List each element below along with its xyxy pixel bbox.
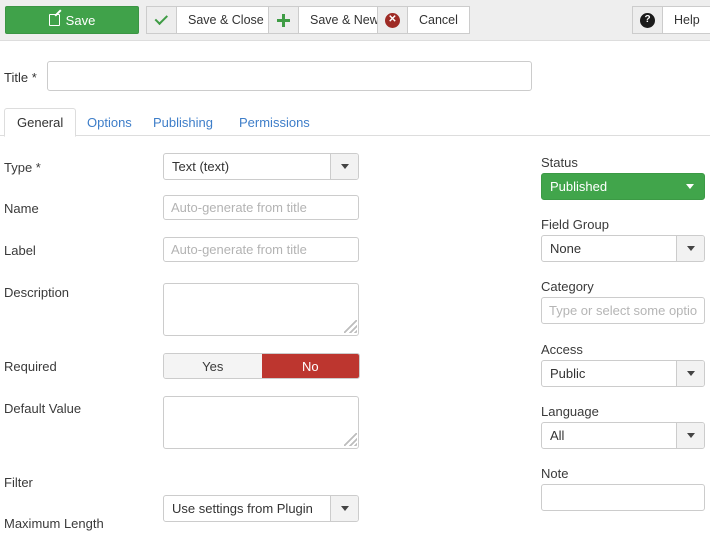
category-input[interactable] — [541, 297, 705, 324]
access-select[interactable]: Public — [541, 360, 705, 387]
save-close-icon-cell[interactable] — [146, 6, 176, 34]
field-group-select[interactable]: None — [541, 235, 705, 262]
default-value-wrapper — [163, 396, 359, 452]
tab-publishing[interactable]: Publishing — [141, 108, 225, 136]
description-label: Description — [4, 285, 70, 300]
language-label: Language — [541, 404, 599, 419]
required-label: Required — [4, 359, 57, 374]
name-input[interactable] — [163, 195, 359, 220]
access-select-value: Public — [550, 366, 586, 381]
question-circle-icon: ? — [640, 12, 655, 28]
title-input[interactable] — [47, 61, 532, 91]
tab-permissions[interactable]: Permissions — [227, 108, 322, 136]
plus-icon — [277, 13, 290, 27]
status-select-value: Published — [550, 179, 608, 194]
default-value-label: Default Value — [4, 401, 82, 416]
cancel-icon-cell[interactable]: ✕ — [377, 6, 407, 34]
help-icon-cell[interactable]: ? — [632, 6, 662, 34]
document-edit-icon — [48, 14, 60, 26]
filter-select[interactable]: Use settings from Plugin — [163, 495, 359, 522]
note-label: Note — [541, 466, 569, 481]
field-label-input[interactable] — [163, 237, 359, 262]
help-button[interactable]: Help — [662, 6, 710, 34]
description-wrapper — [163, 283, 359, 339]
save-close-button-group[interactable]: Save & Close — [146, 6, 276, 34]
default-value-textarea[interactable] — [163, 396, 359, 449]
category-label: Category — [541, 279, 594, 294]
chevron-down-icon[interactable] — [676, 174, 704, 199]
required-toggle[interactable]: Yes No — [163, 353, 360, 379]
save-close-button[interactable]: Save & Close — [176, 6, 276, 34]
chevron-down-icon[interactable] — [330, 496, 358, 521]
field-label-label: Label — [4, 243, 36, 258]
tab-general[interactable]: General — [4, 108, 77, 137]
toolbar: Save Save & Close Save & New ✕ Cancel ? … — [0, 0, 710, 41]
name-label: Name — [4, 201, 39, 216]
tab-options[interactable]: Options — [75, 108, 144, 136]
save-button[interactable]: Save — [5, 6, 139, 34]
access-label: Access — [541, 342, 583, 357]
field-group-label: Field Group — [541, 217, 609, 232]
title-field-label: Title * — [4, 70, 37, 85]
filter-label: Filter — [4, 475, 33, 490]
filter-select-value: Use settings from Plugin — [172, 501, 313, 516]
cancel-circle-icon: ✕ — [385, 12, 400, 28]
status-label: Status — [541, 155, 578, 170]
cancel-button-group[interactable]: ✕ Cancel — [377, 6, 470, 34]
type-select-value: Text (text) — [172, 159, 230, 174]
save-button-group: Save — [5, 6, 139, 34]
language-select-value: All — [550, 428, 565, 443]
field-group-select-value: None — [550, 241, 582, 256]
status-select[interactable]: Published — [541, 173, 705, 200]
save-new-button-group[interactable]: Save & New — [268, 6, 391, 34]
required-toggle-no[interactable]: No — [261, 354, 359, 378]
language-select[interactable]: All — [541, 422, 705, 449]
save-new-icon-cell[interactable] — [268, 6, 298, 34]
type-label: Type * — [4, 160, 41, 175]
type-select[interactable]: Text (text) — [163, 153, 359, 180]
cancel-button[interactable]: Cancel — [407, 6, 470, 34]
tab-bar: General Options Publishing Permissions — [0, 108, 710, 137]
chevron-down-icon[interactable] — [676, 361, 704, 386]
description-textarea[interactable] — [163, 283, 359, 336]
maximum-length-label: Maximum Length — [4, 516, 104, 531]
chevron-down-icon[interactable] — [676, 423, 704, 448]
note-input[interactable] — [541, 484, 705, 511]
chevron-down-icon[interactable] — [676, 236, 704, 261]
chevron-down-icon[interactable] — [330, 154, 358, 179]
help-button-group[interactable]: ? Help — [632, 6, 710, 34]
required-toggle-yes[interactable]: Yes — [164, 354, 262, 378]
save-button-label: Save — [65, 12, 96, 28]
check-icon — [154, 11, 168, 25]
